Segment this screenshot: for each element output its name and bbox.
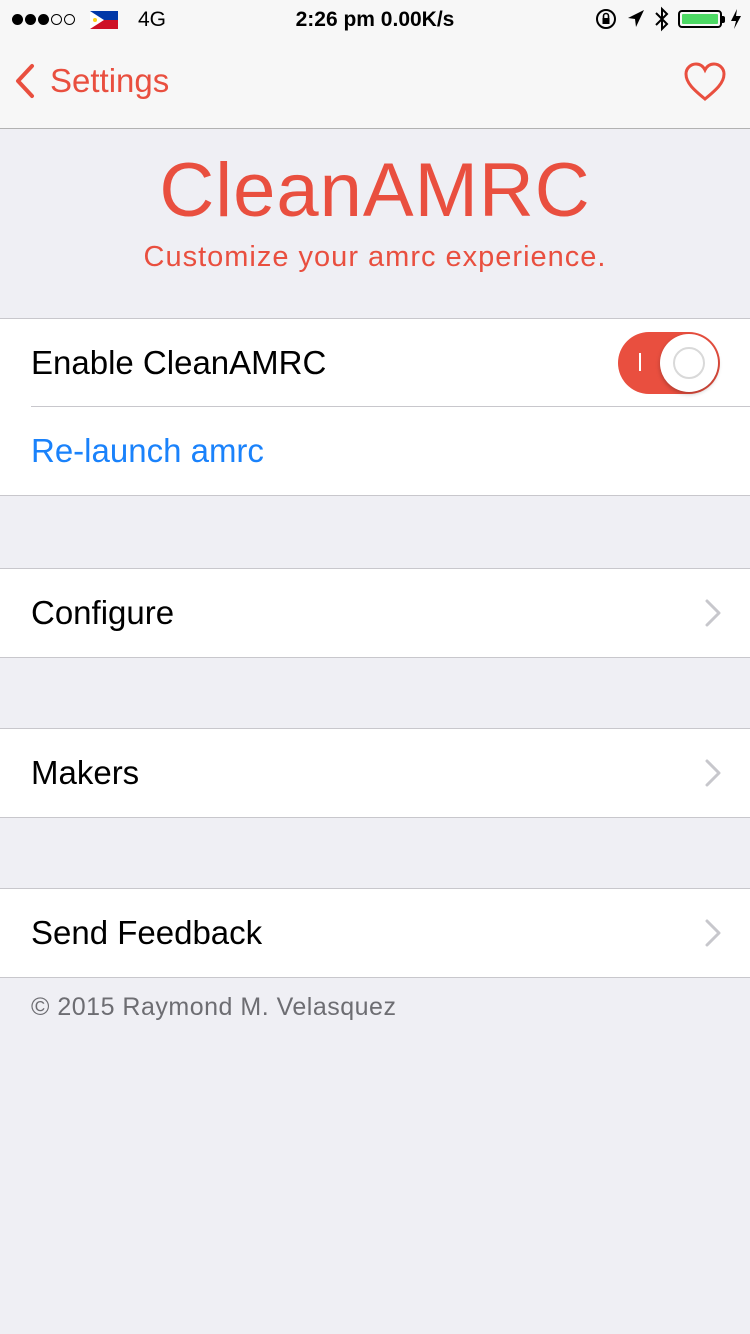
heart-icon[interactable] [684, 62, 726, 102]
navigation-bar: Settings [0, 40, 750, 129]
chevron-right-icon [705, 599, 721, 627]
send-feedback-label: Send Feedback [31, 914, 263, 951]
app-header: CleanAMRC Customize your amrc experience… [0, 129, 750, 319]
relaunch-amrc-link[interactable]: Re-launch amrc [31, 407, 264, 495]
status-bar: 4G 2:26 pm 0.00K/s [0, 0, 750, 40]
toggle-knob [660, 334, 718, 392]
settings-group-feedback: Send Feedback [0, 888, 750, 978]
battery-icon [678, 10, 725, 28]
rotation-lock-icon [596, 9, 616, 29]
relaunch-amrc-row[interactable]: Re-launch amrc [0, 407, 750, 495]
app-title: CleanAMRC [159, 148, 591, 233]
app-subtitle: Customize your amrc experience. [143, 241, 607, 273]
toggle-on-mark [639, 353, 641, 371]
makers-row[interactable]: Makers [0, 729, 750, 817]
location-arrow-icon [628, 10, 644, 27]
enable-cleanamrc-row: Enable CleanAMRC [0, 319, 750, 407]
charging-bolt-icon [731, 9, 741, 29]
configure-row[interactable]: Configure [0, 569, 750, 657]
configure-label: Configure [31, 594, 175, 631]
enable-cleanamrc-toggle[interactable] [618, 332, 720, 394]
chevron-right-icon [705, 919, 721, 947]
back-button[interactable]: Settings [14, 62, 169, 100]
status-icons [594, 6, 742, 32]
settings-group-main: Enable CleanAMRC Re-launch amrc [0, 318, 750, 496]
copyright-footer: © 2015 Raymond M. Velasquez [31, 993, 397, 1021]
send-feedback-row[interactable]: Send Feedback [0, 889, 750, 977]
settings-group-configure: Configure [0, 568, 750, 658]
back-button-label: Settings [50, 62, 170, 99]
enable-cleanamrc-label: Enable CleanAMRC [31, 344, 327, 381]
settings-group-makers: Makers [0, 728, 750, 818]
bluetooth-icon [655, 6, 669, 32]
chevron-right-icon [705, 759, 721, 787]
makers-label: Makers [31, 754, 140, 791]
chevron-left-icon [16, 64, 34, 98]
